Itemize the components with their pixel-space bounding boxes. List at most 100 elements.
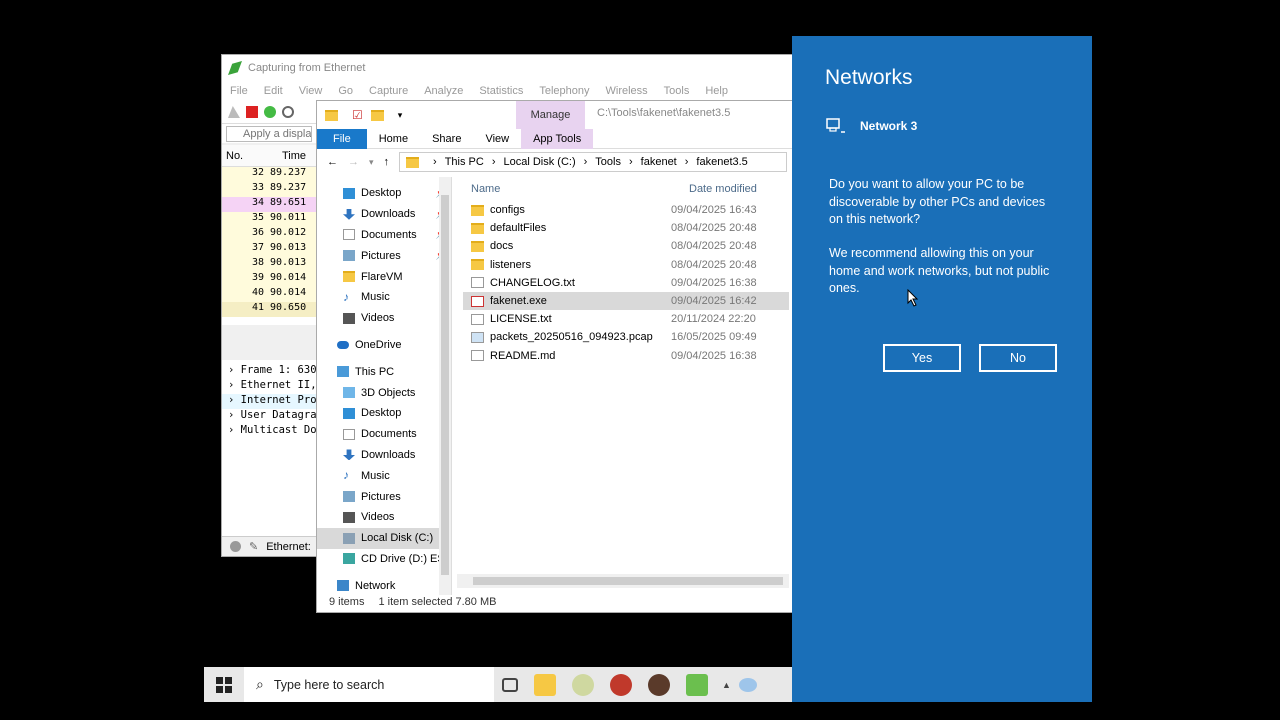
nav-item-music-quick[interactable]: ♪ Music xyxy=(317,287,451,308)
menu-help[interactable]: Help xyxy=(697,85,736,97)
weather-icon[interactable] xyxy=(738,677,757,692)
nav-item-flarevm[interactable]: FlareVM xyxy=(317,266,451,287)
nav-item-desktop[interactable]: Desktop xyxy=(317,403,451,424)
task-view-icon[interactable] xyxy=(502,677,518,692)
file-list-scrollbar[interactable] xyxy=(457,574,789,588)
manage-tab[interactable]: Manage xyxy=(516,101,585,129)
folder-icon xyxy=(471,222,484,234)
wireshark-title-bar[interactable]: Capturing from Ethernet xyxy=(222,55,792,81)
stop-capture-icon[interactable] xyxy=(246,106,258,118)
scrollbar-thumb[interactable] xyxy=(473,577,783,585)
file-row[interactable]: defaultFiles 08/04/2025 20:48 xyxy=(463,219,789,237)
nav-label: Downloads xyxy=(361,208,416,221)
app-taskbar-icon[interactable] xyxy=(572,673,594,696)
forward-icon[interactable]: → xyxy=(348,156,359,168)
file-row[interactable]: README.md 09/04/2025 16:38 xyxy=(463,347,789,365)
tab-home[interactable]: Home xyxy=(367,129,420,149)
file-row[interactable]: fakenet.exe 09/04/2025 16:42 xyxy=(463,291,789,311)
menu-view[interactable]: View xyxy=(291,85,331,97)
nav-item-pictures-pinned[interactable]: Pictures📌 xyxy=(317,245,451,266)
app-taskbar-icon[interactable] xyxy=(686,673,708,696)
networks-flyout: Networks Network 3 Do you want to allow … xyxy=(792,36,1092,702)
column-name[interactable]: Name xyxy=(463,183,689,195)
breadcrumb-sep-icon: › xyxy=(433,156,437,168)
nav-item-desktop-pinned[interactable]: Desktop📌 xyxy=(317,183,451,204)
file-row[interactable]: configs 09/04/2025 16:43 xyxy=(463,201,789,219)
display-filter-input[interactable] xyxy=(226,125,312,142)
nav-item-this-pc[interactable]: This PC xyxy=(317,361,451,382)
breadcrumb-fakenet35[interactable]: fakenet3.5 xyxy=(696,156,747,168)
menu-telephony[interactable]: Telephony xyxy=(531,85,597,97)
menu-file[interactable]: File xyxy=(222,85,256,97)
nav-item-documents[interactable]: Documents xyxy=(317,424,451,445)
nav-item-3d-objects[interactable]: 3D Objects xyxy=(317,382,451,403)
recent-chevron-icon[interactable]: ▾ xyxy=(369,157,374,168)
nav-scrollbar[interactable] xyxy=(439,177,451,595)
nav-item-downloads-pinned[interactable]: Downloads📌 xyxy=(317,204,451,225)
back-icon[interactable]: ← xyxy=(327,156,338,168)
file-date: 09/04/2025 16:38 xyxy=(671,349,757,362)
scrollbar-thumb[interactable] xyxy=(441,195,449,575)
file-list[interactable]: Name Date modified configs 09/04/2025 16:… xyxy=(463,177,789,595)
menu-analyze[interactable]: Analyze xyxy=(416,85,471,97)
nav-item-onedrive[interactable]: OneDrive xyxy=(317,335,451,356)
nav-label: Pictures xyxy=(361,490,401,503)
file-row[interactable]: LICENSE.txt 20/11/2024 22:20 xyxy=(463,310,789,328)
pictures-icon xyxy=(343,250,355,262)
nav-item-pictures[interactable]: Pictures xyxy=(317,486,451,507)
breadcrumb-local-disk[interactable]: Local Disk (C:) xyxy=(504,156,576,168)
file-row[interactable]: packets_20250516_094923.pcap 16/05/2025 0… xyxy=(463,328,789,346)
no-button[interactable]: No xyxy=(979,344,1057,372)
nav-item-cd-drive[interactable]: CD Drive (D:) ESI xyxy=(317,549,451,570)
nav-item-documents-pinned[interactable]: Documents📌 xyxy=(317,225,451,246)
breadcrumb-sep-icon: › xyxy=(491,156,496,168)
edit-icon[interactable]: ✎ xyxy=(249,540,258,553)
packet-no: 41 xyxy=(251,302,264,313)
menu-statistics[interactable]: Statistics xyxy=(471,85,531,97)
menu-tools[interactable]: Tools xyxy=(656,85,698,97)
file-row[interactable]: CHANGELOG.txt 09/04/2025 16:38 xyxy=(463,274,789,292)
tab-file[interactable]: File xyxy=(317,128,367,149)
tab-share[interactable]: Share xyxy=(420,129,473,149)
packet-no: 32 xyxy=(251,167,264,178)
file-row[interactable]: docs 08/04/2025 20:48 xyxy=(463,237,789,255)
file-row[interactable]: listeners 08/04/2025 20:48 xyxy=(463,256,789,274)
breadcrumb-this-pc[interactable]: This PC xyxy=(445,156,484,168)
packet-no: 37 xyxy=(251,242,264,253)
chevron-up-icon[interactable]: ▲ xyxy=(722,680,731,690)
tab-view[interactable]: View xyxy=(473,129,521,149)
nav-item-downloads[interactable]: Downloads xyxy=(317,445,451,466)
taskbar-search-box[interactable]: ⌕ Type here to search xyxy=(244,667,494,702)
new-folder-icon[interactable] xyxy=(370,109,384,121)
network-icon xyxy=(337,580,349,592)
breadcrumb-tools[interactable]: Tools xyxy=(595,156,621,168)
nav-item-local-disk[interactable]: Local Disk (C:) xyxy=(317,527,451,549)
breadcrumb-fakenet[interactable]: fakenet xyxy=(641,156,677,168)
file-explorer-taskbar-icon[interactable] xyxy=(534,673,556,696)
nav-item-videos-quick[interactable]: Videos xyxy=(317,308,451,329)
restart-capture-icon[interactable] xyxy=(264,106,276,118)
chevron-down-icon[interactable]: ▾ xyxy=(398,110,403,121)
file-explorer-window[interactable]: ☑ ▾ Manage C:\Tools\fakenet\fakenet3.5 F… xyxy=(316,100,794,613)
properties-icon[interactable]: ☑ xyxy=(352,108,363,122)
column-date-modified[interactable]: Date modified xyxy=(689,183,757,195)
nav-item-music[interactable]: ♪ Music xyxy=(317,465,451,486)
app-taskbar-icon[interactable] xyxy=(648,673,670,696)
app-taskbar-icon[interactable] xyxy=(610,673,632,696)
address-bar[interactable]: › This PC › Local Disk (C:) › Tools › fa… xyxy=(399,152,787,172)
menu-go[interactable]: Go xyxy=(330,85,361,97)
shark-start-icon[interactable] xyxy=(228,106,240,118)
capture-options-icon[interactable] xyxy=(282,106,294,118)
breadcrumb-sep-icon: › xyxy=(684,156,689,168)
up-icon[interactable]: ↑ xyxy=(384,156,390,168)
menu-edit[interactable]: Edit xyxy=(256,85,291,97)
nav-item-videos[interactable]: Videos xyxy=(317,507,451,528)
networks-title: Networks xyxy=(825,66,913,89)
menu-capture[interactable]: Capture xyxy=(361,85,416,97)
yes-button[interactable]: Yes xyxy=(883,344,961,372)
menu-wireless[interactable]: Wireless xyxy=(598,85,656,97)
column-no[interactable]: No. xyxy=(222,150,278,162)
file-name: packets_20250516_094923.pcap xyxy=(490,331,653,344)
start-button[interactable] xyxy=(204,667,244,702)
tab-app-tools[interactable]: App Tools xyxy=(521,128,594,149)
